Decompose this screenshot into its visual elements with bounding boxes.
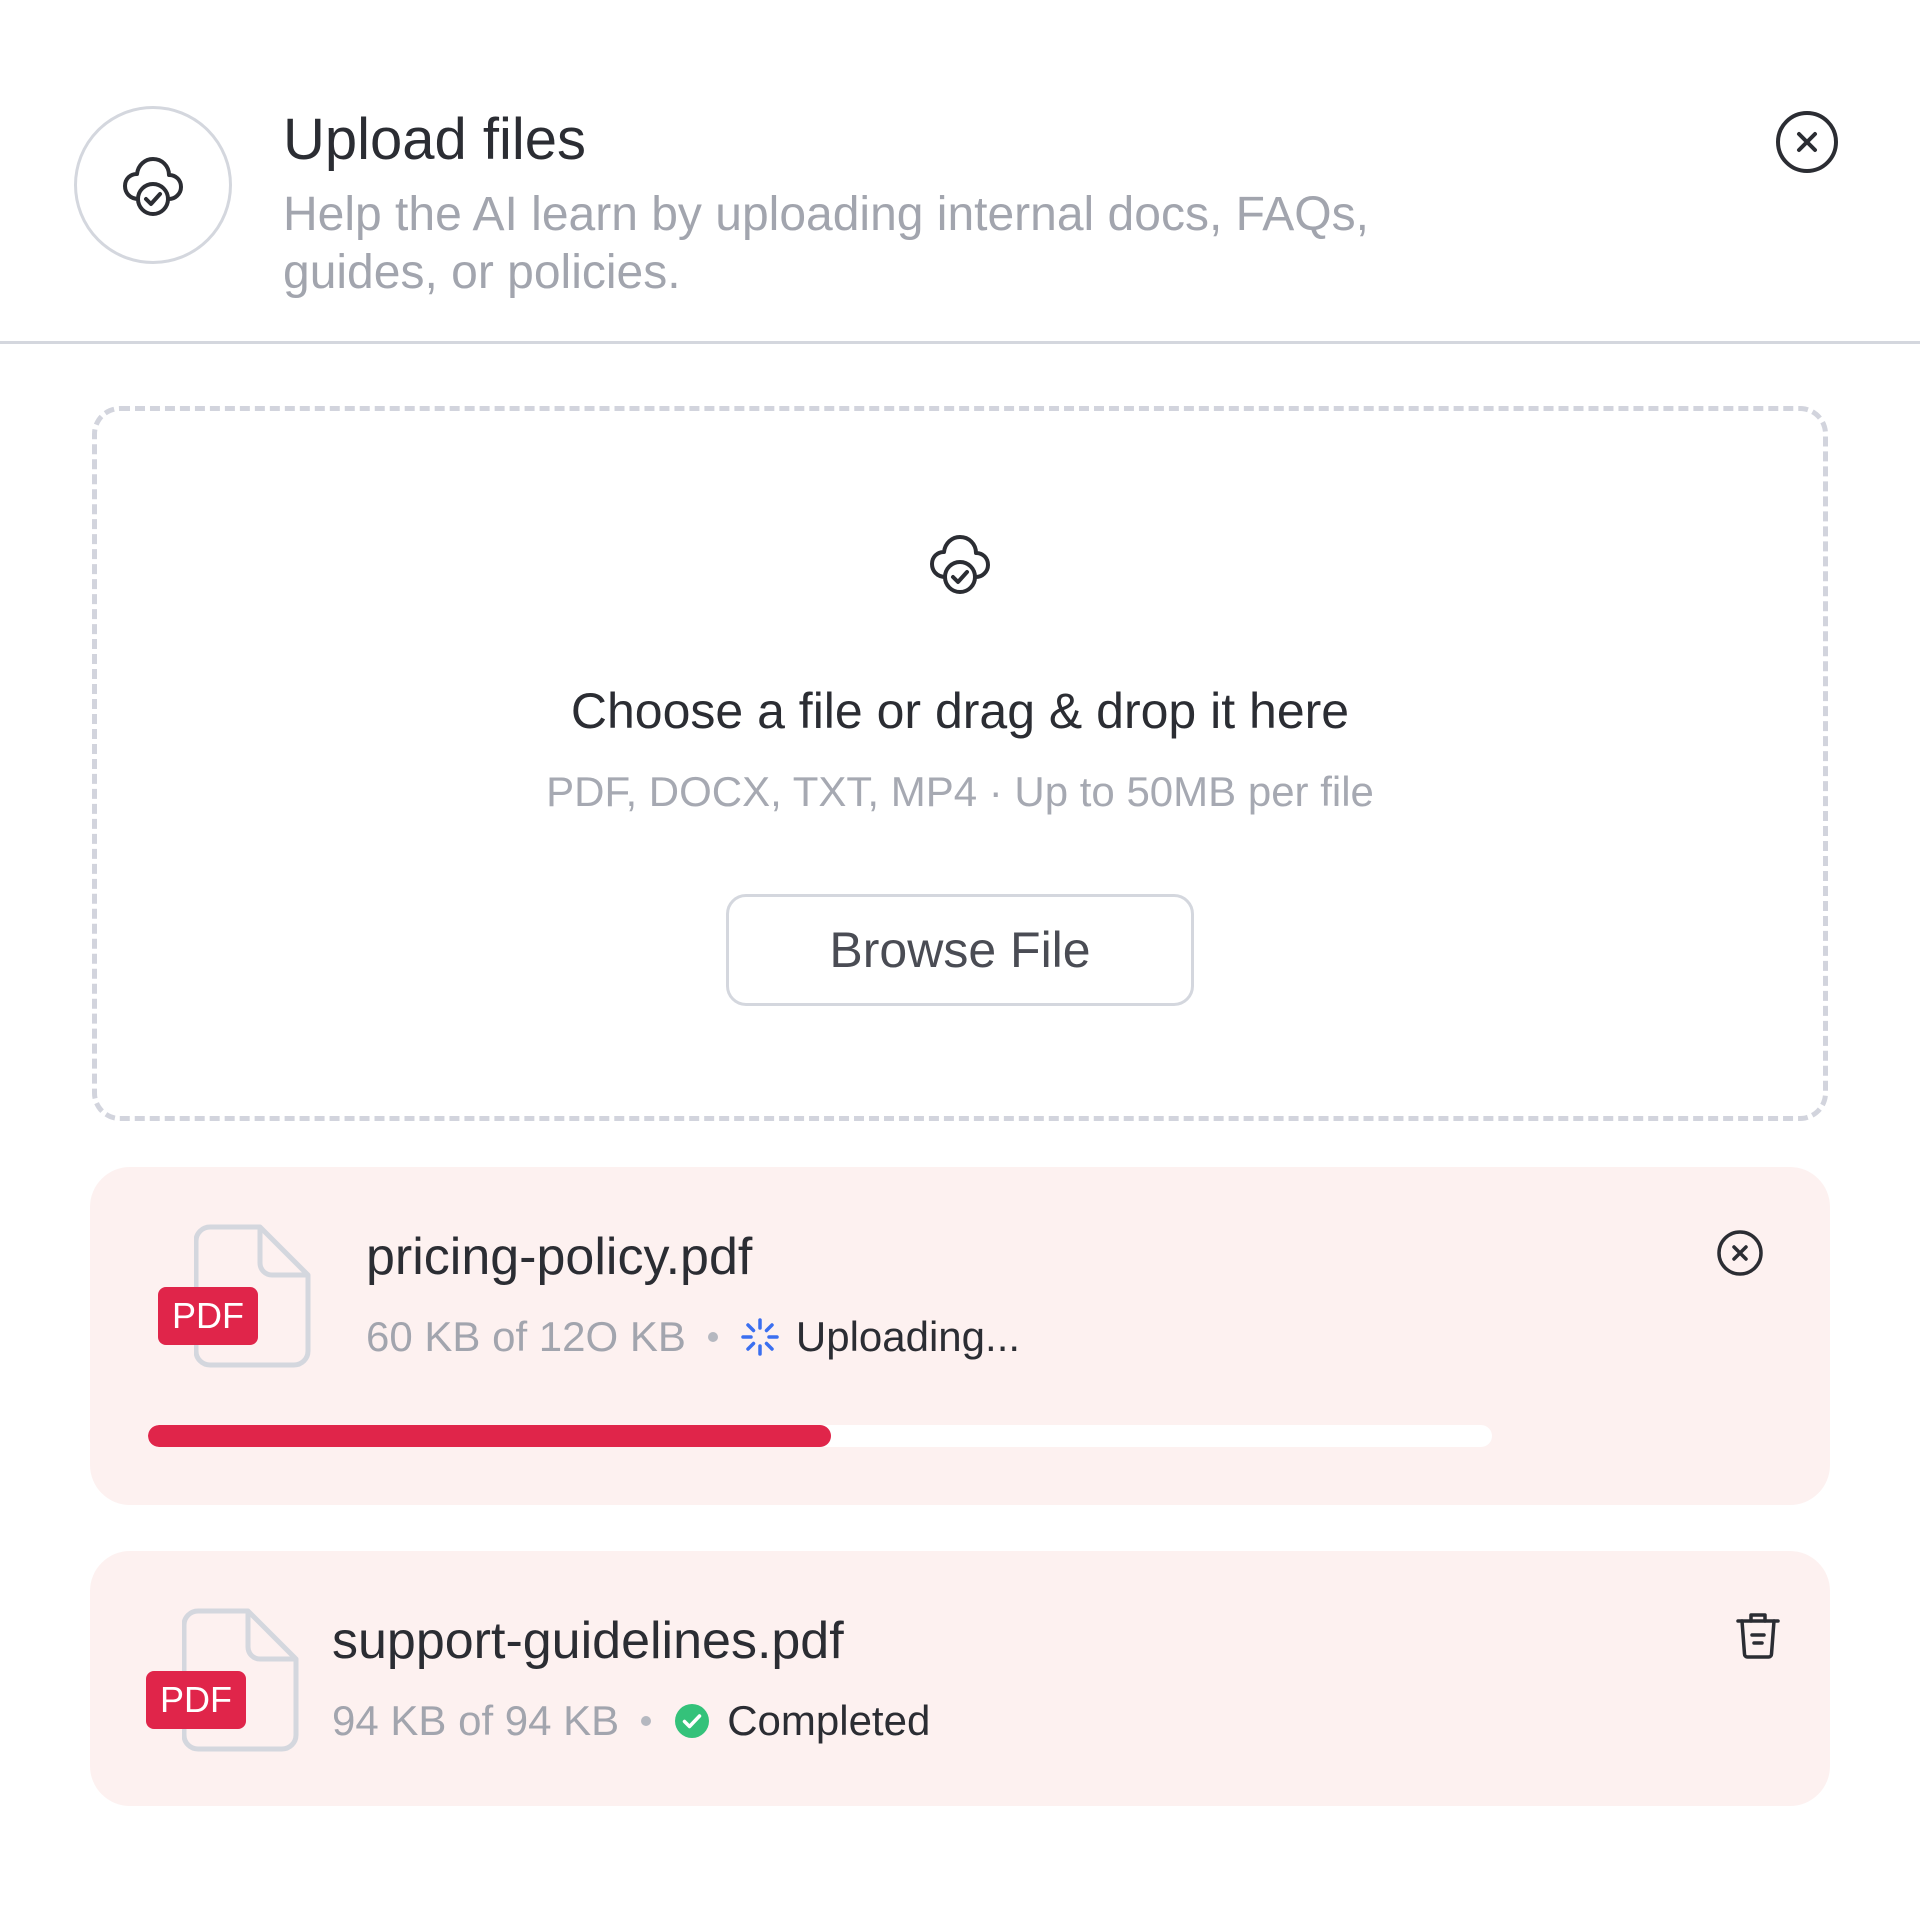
modal-header: Upload files Help the AI learn by upload… xyxy=(0,0,1920,344)
modal-subtitle: Help the AI learn by uploading internal … xyxy=(283,188,1369,299)
dropzone-subtitle: PDF, DOCX, TXT, MP4 · Up to 50MB per fil… xyxy=(546,768,1374,815)
delete-file-button[interactable] xyxy=(1730,1607,1786,1663)
file-item-completed: PDF support-guidelines.pdf 94 KB of 94 K… xyxy=(90,1551,1830,1806)
upload-progress-track xyxy=(148,1425,1492,1447)
file-meta: 94 KB of 94 KB Completed xyxy=(332,1697,930,1745)
file-status: Uploading... xyxy=(795,1313,1021,1360)
file-size: 60 KB of 12O KB xyxy=(366,1313,686,1360)
pdf-badge: PDF xyxy=(158,1287,258,1345)
upload-progress-fill xyxy=(148,1425,831,1447)
close-button[interactable] xyxy=(1775,110,1839,174)
file-name: support-guidelines.pdf xyxy=(332,1612,844,1670)
file-size: 94 KB of 94 KB xyxy=(332,1697,620,1744)
dropzone-icon-wrap xyxy=(97,527,1823,599)
spinner-icon xyxy=(741,1318,779,1356)
cancel-upload-button[interactable] xyxy=(1712,1225,1768,1281)
upload-modal: Upload files Help the AI learn by upload… xyxy=(0,0,1920,1920)
file-status: Completed xyxy=(727,1697,931,1744)
browse-file-button[interactable]: Browse File xyxy=(726,894,1194,1006)
close-circle-icon xyxy=(1776,111,1838,173)
separator-dot xyxy=(707,1332,718,1342)
cloud-check-icon xyxy=(930,535,990,594)
file-item-uploading: PDF pricing-policy.pdf 60 KB of 12O KB U… xyxy=(90,1167,1830,1505)
modal-title: Upload files xyxy=(283,107,587,172)
file-dropzone[interactable] xyxy=(92,406,1828,1121)
separator-dot xyxy=(641,1716,652,1726)
trash-icon xyxy=(1736,1613,1780,1659)
check-circle-icon xyxy=(675,1704,710,1738)
file-name: pricing-policy.pdf xyxy=(366,1228,753,1286)
cloud-check-icon xyxy=(123,157,183,216)
file-meta: 60 KB of 12O KB Uploading... xyxy=(366,1313,1020,1361)
close-circle-icon xyxy=(1717,1230,1763,1276)
header-icon-badge xyxy=(74,106,232,264)
pdf-badge: PDF xyxy=(146,1671,246,1729)
dropzone-title: Choose a file or drag & drop it here xyxy=(570,683,1350,739)
